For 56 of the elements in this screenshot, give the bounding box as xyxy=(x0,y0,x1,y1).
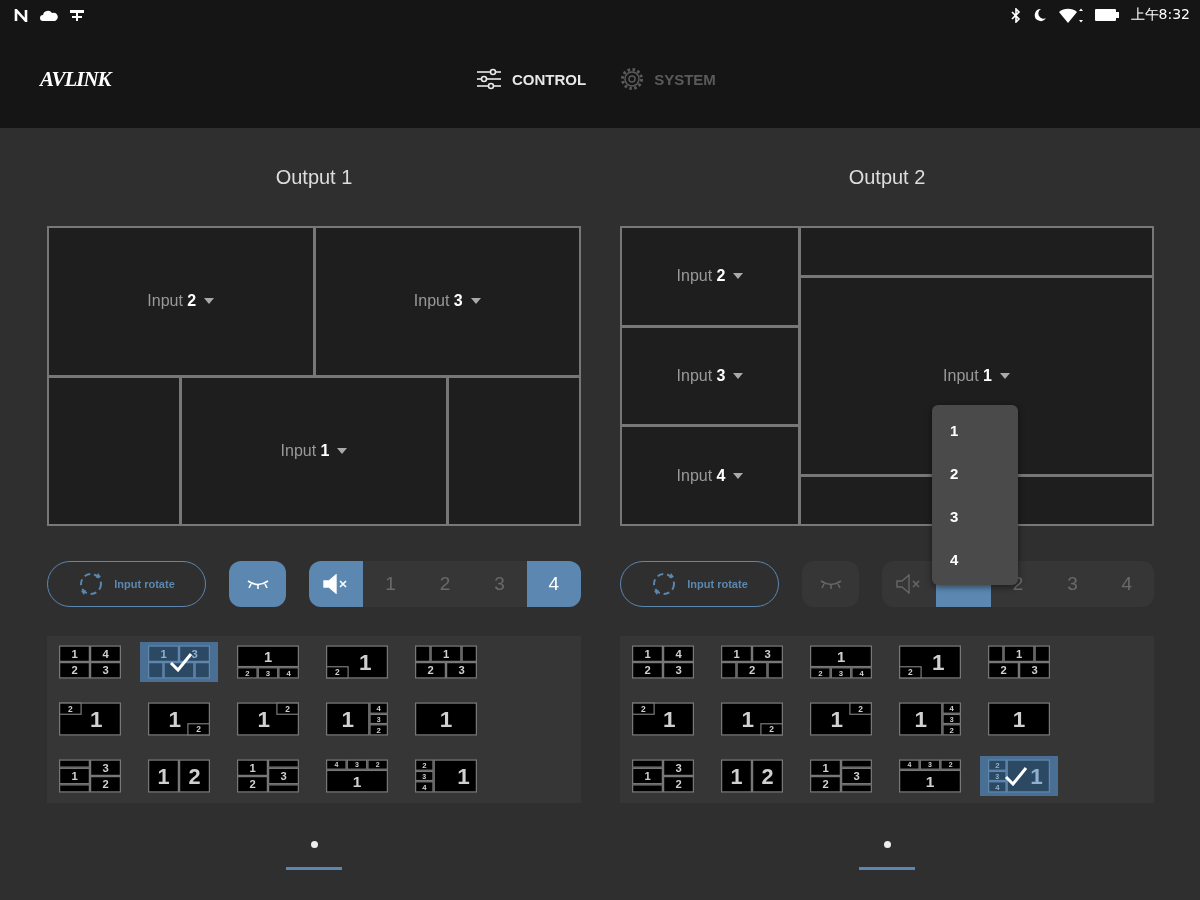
gear-icon xyxy=(620,67,645,91)
input-selector[interactable]: Input 4 xyxy=(672,462,748,489)
layout-option[interactable]: 1 2 xyxy=(140,756,218,796)
caret-icon xyxy=(733,273,744,280)
moon-icon xyxy=(1032,8,1047,22)
layout-option[interactable]: 1 2 3 xyxy=(802,756,880,796)
layout-option[interactable]: 1 3 2 xyxy=(51,756,129,796)
page-indicator-bar xyxy=(286,867,342,870)
layout-option[interactable]: 1 3 2 xyxy=(624,756,702,796)
menu-item[interactable]: 3 xyxy=(932,495,1018,538)
sliders-icon xyxy=(476,68,502,90)
input-selector[interactable]: Input 3 xyxy=(409,288,485,315)
input-selector[interactable]: Input 1 xyxy=(939,363,1014,389)
bluetooth-icon xyxy=(1010,7,1021,23)
layout-option[interactable]: 1 4 2 3 xyxy=(51,642,129,682)
caret-icon xyxy=(999,373,1010,379)
layout-option[interactable]: 1 3 xyxy=(140,642,218,682)
clock-time: 上午8:32 xyxy=(1130,6,1190,24)
freeze-button[interactable] xyxy=(229,561,286,607)
layout-option[interactable]: 1 2 3 xyxy=(407,642,485,682)
zigzag-icon xyxy=(14,8,28,22)
cloud-icon xyxy=(40,9,58,21)
battery-icon xyxy=(1094,8,1119,22)
caret-icon xyxy=(470,298,481,305)
brand-logo: AVLINK xyxy=(40,66,111,92)
source-button[interactable]: 4 xyxy=(526,561,581,607)
mute-button[interactable] xyxy=(309,561,364,607)
rotate-icon xyxy=(78,571,105,597)
caret-icon xyxy=(733,373,744,379)
output-title: Output 1 xyxy=(275,165,353,189)
input-selector[interactable]: Input 1 xyxy=(276,437,352,464)
menu-item[interactable]: 2 xyxy=(932,452,1018,495)
layout-option[interactable]: 1 4 2 3 xyxy=(624,642,702,682)
caret-icon xyxy=(733,472,744,479)
layout-option[interactable]: 1 2 3 xyxy=(980,642,1058,682)
nav-tab[interactable]: CONTROL xyxy=(476,68,587,90)
caret-icon xyxy=(204,298,215,305)
page-indicator-bar xyxy=(859,867,915,870)
checkmark-icon xyxy=(1004,766,1028,786)
menu-item[interactable]: 1 xyxy=(932,409,1018,452)
rotate-icon xyxy=(651,571,678,597)
layout-option[interactable]: 1 3 2 xyxy=(713,642,791,682)
device-icon xyxy=(70,9,84,21)
layout-option[interactable]: 1 2 xyxy=(713,756,791,796)
checkmark-icon xyxy=(169,652,193,672)
input-selector[interactable]: Input 3 xyxy=(672,363,748,389)
input-selector[interactable]: Input 2 xyxy=(672,263,748,290)
closed-eye-icon xyxy=(818,578,843,590)
wifi-icon xyxy=(1058,7,1083,23)
closed-eye-icon xyxy=(245,578,270,590)
page-dot xyxy=(883,841,891,848)
input-selector[interactable]: Input 2 xyxy=(143,288,219,315)
page-dot xyxy=(310,841,318,848)
output-title: Output 2 xyxy=(848,165,926,189)
layout-option[interactable]: 1 2 3 xyxy=(229,756,307,796)
caret-icon xyxy=(337,447,348,454)
